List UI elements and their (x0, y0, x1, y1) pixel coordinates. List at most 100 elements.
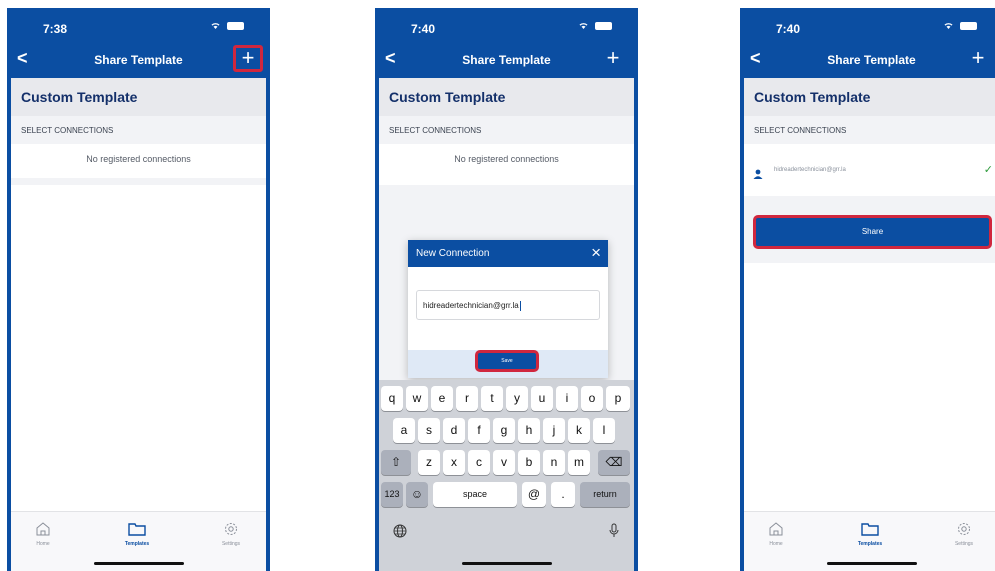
save-button[interactable]: Save (475, 350, 539, 372)
content-area (744, 263, 995, 273)
status-icons (943, 21, 977, 32)
key[interactable]: s (418, 418, 440, 443)
home-indicator (461, 562, 552, 565)
folder-icon (840, 520, 900, 540)
keyboard-row-3: ⇧ z x c v b n m ⌫ (379, 450, 634, 476)
tab-label: Templates (857, 541, 883, 547)
key[interactable]: y (506, 386, 528, 411)
key[interactable]: c (468, 450, 490, 475)
wifi-icon (210, 21, 224, 32)
key[interactable]: a (393, 418, 415, 443)
new-connection-dialog: New Connection × hidreadertechnician@grr… (408, 240, 608, 378)
battery-icon (227, 22, 244, 31)
wifi-icon (943, 21, 957, 32)
dialog-header: New Connection × (408, 240, 608, 267)
key[interactable]: r (456, 386, 478, 411)
dot-key[interactable]: . (551, 482, 575, 507)
key[interactable]: v (493, 450, 515, 475)
gear-icon (201, 520, 261, 540)
email-field-value: hidreadertechnician@grr.la (423, 301, 519, 311)
space-key[interactable]: space (433, 482, 517, 507)
text-cursor (519, 301, 521, 311)
battery-icon (960, 22, 977, 31)
key[interactable]: z (418, 450, 440, 475)
tab-settings[interactable]: Settings (934, 520, 994, 547)
shift-key[interactable]: ⇧ (381, 450, 411, 475)
template-title: Custom Template (379, 78, 634, 116)
nav-header: 7:38 < Share Template + (11, 8, 266, 78)
screen-1: 7:38 < Share Template + Custom Template … (11, 8, 266, 571)
divider (744, 196, 995, 203)
battery-icon (595, 22, 612, 31)
return-key[interactable]: return (580, 482, 630, 507)
connection-row[interactable]: hidreadertechnician@grr.la ✓ (744, 144, 995, 196)
numbers-key[interactable]: 123 (381, 482, 403, 507)
key[interactable]: q (381, 386, 403, 411)
key[interactable]: g (493, 418, 515, 443)
emoji-key[interactable]: ☺ (406, 482, 428, 507)
key[interactable]: h (518, 418, 540, 443)
keyboard-row-4: 123 ☺ space @ . return (379, 482, 634, 508)
email-field[interactable]: hidreadertechnician@grr.la (416, 290, 600, 320)
section-label: SELECT CONNECTIONS (379, 116, 634, 144)
phone-frame-3: 7:40 < Share Template + Custom Template … (740, 8, 995, 571)
tutorial-canvas: 7:38 < Share Template + Custom Template … (0, 0, 995, 571)
tab-templates[interactable]: Templates (107, 520, 167, 547)
template-title: Custom Template (11, 78, 266, 116)
key[interactable]: d (443, 418, 465, 443)
key[interactable]: w (406, 386, 428, 411)
tab-bar: Home Templates Settings (744, 511, 995, 571)
tab-label: Home (36, 541, 50, 547)
tab-templates[interactable]: Templates (840, 520, 900, 547)
connection-email: hidreadertechnician@grr.la (774, 167, 846, 173)
globe-icon[interactable] (393, 524, 407, 541)
person-icon (753, 166, 763, 179)
add-connection-button[interactable]: + (600, 47, 626, 70)
nav-header: 7:40 < Share Template + (379, 8, 634, 78)
template-title: Custom Template (744, 78, 995, 116)
add-connection-button[interactable]: + (233, 45, 263, 72)
add-connection-button[interactable]: + (965, 47, 991, 70)
section-label: SELECT CONNECTIONS (744, 116, 995, 144)
share-area: Share (744, 203, 995, 263)
key[interactable]: l (593, 418, 615, 443)
tab-settings[interactable]: Settings (201, 520, 261, 547)
home-indicator (93, 562, 184, 565)
at-key[interactable]: @ (522, 482, 546, 507)
phone-frame-1: 7:38 < Share Template + Custom Template … (7, 8, 270, 571)
key[interactable]: k (568, 418, 590, 443)
key[interactable]: t (481, 386, 503, 411)
tab-label: Settings (221, 541, 241, 547)
backspace-key[interactable]: ⌫ (598, 450, 630, 475)
tab-home[interactable]: Home (746, 520, 806, 547)
keyboard-row-2: a s d f g h j k l (379, 418, 634, 444)
key[interactable]: o (581, 386, 603, 411)
key[interactable]: x (443, 450, 465, 475)
tab-label: Templates (124, 541, 150, 547)
key[interactable]: u (531, 386, 553, 411)
tab-label: Home (769, 541, 783, 547)
share-button[interactable]: Share (753, 215, 992, 249)
key[interactable]: m (568, 450, 590, 475)
empty-connections-message: No registered connections (11, 144, 266, 178)
key[interactable]: n (543, 450, 565, 475)
status-time: 7:40 (411, 22, 436, 36)
key[interactable]: b (518, 450, 540, 475)
home-icon (13, 520, 73, 540)
tab-bar: Home Templates Settings (11, 511, 266, 571)
divider (11, 178, 266, 185)
screen-3: 7:40 < Share Template + Custom Template … (744, 8, 995, 571)
microphone-icon[interactable] (608, 523, 620, 541)
key[interactable]: f (468, 418, 490, 443)
key[interactable]: p (606, 386, 630, 411)
key[interactable]: e (431, 386, 453, 411)
key[interactable]: i (556, 386, 578, 411)
tab-label: Settings (954, 541, 974, 547)
key[interactable]: j (543, 418, 565, 443)
nav-title: Share Template (462, 53, 551, 67)
status-time: 7:40 (776, 22, 801, 36)
section-label: SELECT CONNECTIONS (11, 116, 266, 144)
status-time: 7:38 (43, 22, 68, 36)
tab-home[interactable]: Home (13, 520, 73, 547)
close-icon[interactable]: × (591, 243, 601, 263)
